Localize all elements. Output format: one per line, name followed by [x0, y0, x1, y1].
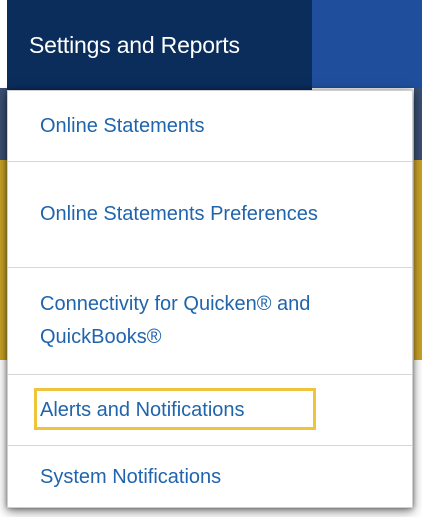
- menu-item-online-statements[interactable]: Online Statements: [8, 91, 412, 162]
- menu-item-label: Alerts and Notifications: [40, 398, 245, 421]
- background-page-edge-right: [414, 88, 422, 160]
- menu-item-online-statements-preferences[interactable]: Online Statements Preferences: [8, 162, 412, 268]
- background-banner-edge-right: [414, 160, 422, 360]
- menu-item-system-notifications[interactable]: System Notifications: [8, 446, 412, 509]
- settings-dropdown-menu: Online Statements Online Statements Pref…: [7, 90, 413, 508]
- menu-item-label: Online Statements: [40, 114, 205, 137]
- settings-and-reports-menu-tab[interactable]: Settings and Reports: [7, 0, 312, 90]
- menu-item-label: Connectivity for Quicken® and QuickBooks…: [40, 293, 311, 348]
- menu-item-label: System Notifications: [40, 466, 222, 488]
- menu-item-label: Online Statements Preferences: [40, 203, 318, 225]
- menu-item-alerts-and-notifications[interactable]: Alerts and Notifications: [8, 375, 412, 446]
- background-nav-bar: [312, 0, 422, 88]
- menu-item-connectivity-quicken-quickbooks[interactable]: Connectivity for Quicken® and QuickBooks…: [8, 268, 412, 375]
- menu-tab-label: Settings and Reports: [29, 31, 240, 58]
- menu-item-list: Online Statements Online Statements Pref…: [8, 91, 412, 509]
